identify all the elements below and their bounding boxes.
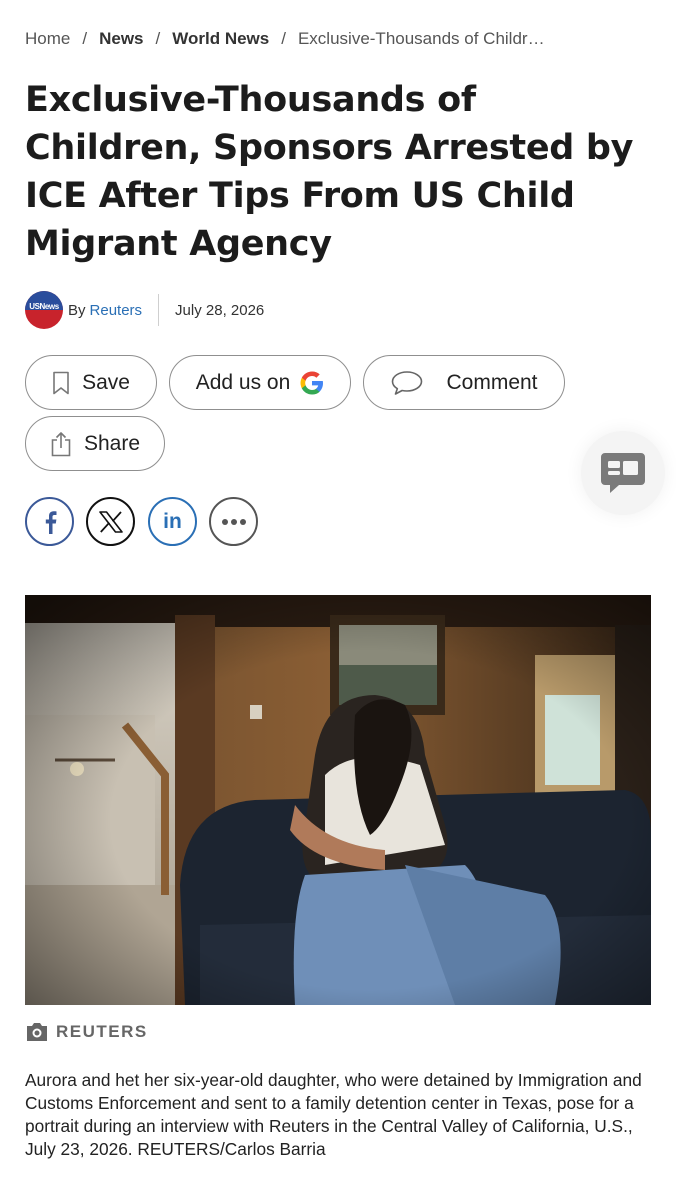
chat-icon <box>601 453 645 493</box>
byline-divider <box>158 294 160 326</box>
share-button[interactable]: Share <box>25 416 165 471</box>
byline: USNews By Reuters July 28, 2026 <box>25 291 264 329</box>
linkedin-share-button[interactable]: in <box>148 497 197 546</box>
breadcrumb-separator: / <box>82 29 88 48</box>
photo-credit: REUTERS <box>25 1020 148 1044</box>
breadcrumb-current: Exclusive-Thousands of Childr… <box>297 29 545 48</box>
x-share-button[interactable] <box>86 497 135 546</box>
chat-button[interactable] <box>581 431 665 515</box>
comment-button[interactable]: Comment <box>363 355 565 410</box>
usnews-logo: USNews <box>25 291 63 329</box>
byline-by: By <box>68 301 86 319</box>
facebook-share-button[interactable] <box>25 497 74 546</box>
camera-icon <box>27 1023 47 1041</box>
article-photo <box>25 595 651 1005</box>
author-link[interactable]: Reuters <box>90 302 143 319</box>
breadcrumb-separator: / <box>281 29 286 48</box>
share-label: Share <box>83 431 141 455</box>
comment-icon <box>392 370 423 395</box>
bookmark-icon <box>53 371 69 394</box>
save-label: Save <box>82 370 130 394</box>
add-us-on-label: Add us on <box>195 370 291 394</box>
save-button[interactable]: Save <box>25 355 157 410</box>
breadcrumb-separator: / <box>155 29 161 48</box>
breadcrumb: Home / News / World News / Exclusive-Tho… <box>25 27 665 51</box>
publish-date: July 28, 2026 <box>175 301 265 319</box>
photo-caption: Aurora and het her six-year-old daughter… <box>25 1070 642 1159</box>
breadcrumb-home[interactable]: Home <box>25 29 70 49</box>
more-icon <box>221 518 246 525</box>
more-share-button[interactable] <box>209 497 258 546</box>
article-title: Exclusive-Thousands of Children, Sponsor… <box>25 80 634 264</box>
linkedin-icon: in <box>163 509 182 533</box>
share-icon <box>51 431 71 456</box>
breadcrumb-world-news[interactable]: World News <box>172 29 269 49</box>
add-us-on-google-button[interactable]: Add us on <box>169 355 351 410</box>
google-icon <box>300 371 324 394</box>
photo-credit-text: REUTERS <box>56 1022 148 1041</box>
logo-text: USNews <box>29 302 59 311</box>
comment-label: Comment <box>446 370 538 394</box>
facebook-icon <box>45 510 56 534</box>
breadcrumb-news[interactable]: News <box>99 29 143 49</box>
x-icon <box>98 510 123 533</box>
